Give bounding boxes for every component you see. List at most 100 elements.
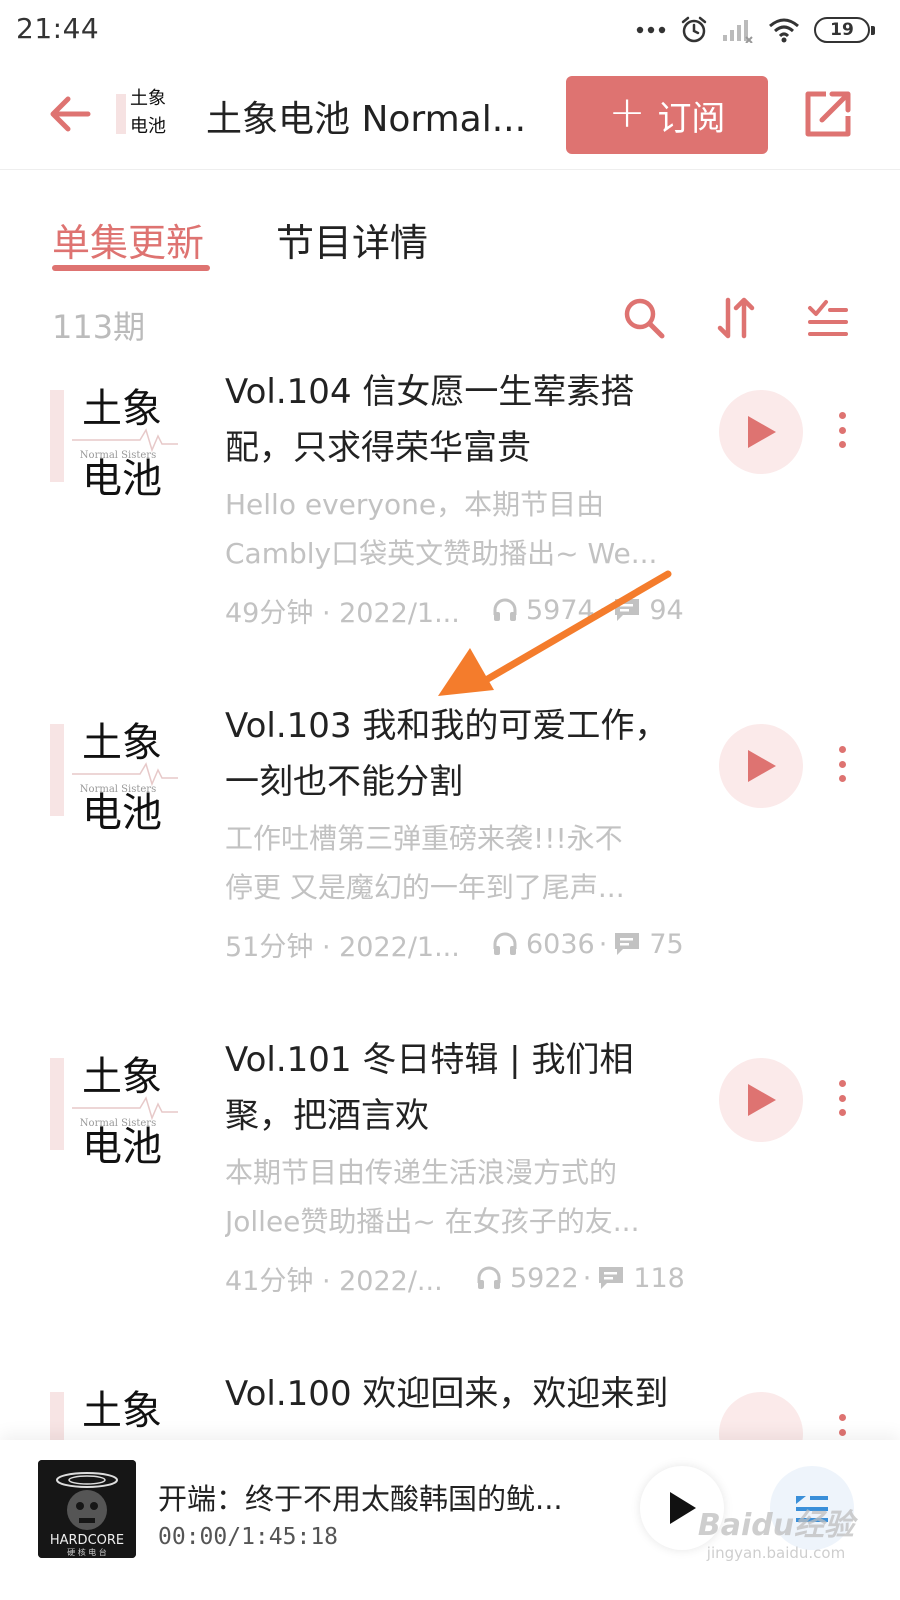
episode-play-button[interactable]: [719, 390, 803, 474]
meta-separator: ·: [582, 1262, 592, 1294]
podcast-cover: 土象 电池: [116, 80, 176, 146]
episode-description-line: Jollee赞助播出~ 在女孩子的友...: [225, 1205, 640, 1238]
episode-meta: 51分钟 · 2022/1... 6036 · 75: [225, 924, 695, 964]
episode-item[interactable]: 土象 Vol.100 欢迎回来，欢迎来到: [0, 1366, 900, 1440]
watermark-main: Baidu经验: [697, 1508, 855, 1543]
episode-cover: 土象 Normal Sisters 电池: [50, 712, 178, 836]
watermark-url: jingyan.baidu.com: [706, 1544, 846, 1562]
status-icons: 19: [636, 14, 875, 46]
tab-active-indicator: [52, 265, 210, 271]
episode-description-line: 停更 又是魔幻的一年到了尾声...: [225, 871, 625, 904]
alarm-icon: [680, 16, 708, 44]
player-cover-subtext: 硬 核 电 台: [67, 1547, 107, 1557]
cover-text-bottom: 电池: [130, 116, 166, 137]
more-vertical-icon: [838, 1080, 846, 1087]
episode-description-line: Hello everyone，本期节目由: [225, 488, 605, 521]
episode-cover: 土象: [50, 1380, 178, 1440]
episode-comments: 75: [649, 928, 684, 960]
baidu-watermark: Baidu经验 jingyan.baidu.com: [676, 1500, 876, 1562]
arrow-left-icon: [50, 96, 91, 132]
episode-description-line: 工作吐槽第三弹重磅来袭!!!永不: [225, 822, 623, 855]
episode-play-button[interactable]: [719, 724, 803, 808]
episode-more-button[interactable]: [830, 1402, 854, 1440]
episode-description: Hello everyone，本期节目由 Cambly口袋英文赞助播出~ We.…: [225, 480, 695, 578]
episode-description: 本期节目由传递生活浪漫方式的 Jollee赞助播出~ 在女孩子的友...: [225, 1148, 695, 1246]
episode-more-button[interactable]: [830, 1068, 854, 1128]
play-icon: [748, 416, 776, 448]
player-cover: HARDCORE 硬 核 电 台: [38, 1460, 136, 1558]
headphones-icon: [476, 1265, 502, 1291]
tab-details[interactable]: 节目详情: [276, 212, 428, 267]
share-icon: [805, 91, 851, 137]
battery-indicator: 19: [814, 17, 875, 43]
back-button[interactable]: [44, 88, 96, 140]
episode-description: 工作吐槽第三弹重磅来袭!!!永不 停更 又是魔幻的一年到了尾声...: [225, 814, 695, 912]
cover-text-bottom: 电池: [82, 456, 162, 496]
headphones-icon: [492, 931, 518, 957]
search-button[interactable]: [622, 296, 666, 340]
cover-text-top: 土象: [130, 88, 166, 109]
episode-meta: 41分钟 · 2022/... 5922 · 118: [225, 1258, 695, 1298]
subscribe-label: 订阅: [657, 98, 726, 139]
episode-meta: 49分钟 · 2022/1... 5974 · 94: [225, 590, 695, 630]
player-title[interactable]: 开端：终于不用太酸韩国的鱿...: [158, 1476, 598, 1518]
meta-separator: ·: [598, 594, 608, 626]
play-icon: [748, 1084, 776, 1116]
episode-item[interactable]: 土象 Normal Sisters 电池 Vol.103 我和我的可爱工作，一刻…: [0, 698, 900, 1038]
cover-text-bottom: 电池: [82, 1124, 162, 1164]
cover-text-top: 土象: [82, 720, 162, 766]
search-icon: [624, 298, 665, 339]
episode-cover: 土象 Normal Sisters 电池: [50, 1046, 178, 1170]
episode-item[interactable]: 土象 Normal Sisters 电池 Vol.104 信女愿一生荤素搭配，只…: [0, 364, 900, 704]
episode-cover: 土象 Normal Sisters 电池: [50, 378, 178, 511]
episode-more-button[interactable]: [830, 734, 854, 794]
cover-text-bottom: 电池: [82, 790, 162, 830]
more-dots-icon: [636, 25, 666, 35]
more-vertical-icon: [838, 412, 846, 419]
player-time: 00:00/1:45:18: [158, 1524, 339, 1550]
sort-button[interactable]: [714, 296, 758, 340]
episode-duration-date: 41分钟 · 2022/...: [225, 1265, 443, 1297]
headphones-icon: [492, 597, 518, 623]
cover-text-top: 土象: [82, 1388, 162, 1434]
batch-select-button[interactable]: [806, 296, 850, 340]
episode-title[interactable]: Vol.103 我和我的可爱工作，一刻也不能分割: [225, 698, 685, 810]
episode-title[interactable]: Vol.100 欢迎回来，欢迎来到: [225, 1366, 685, 1422]
subscribe-button[interactable]: + 订阅: [566, 76, 768, 154]
cover-text-top: 土象: [82, 386, 162, 432]
episode-description-line: Cambly口袋英文赞助播出~ We...: [225, 537, 658, 570]
more-vertical-icon: [838, 746, 846, 753]
episode-comments: 118: [633, 1262, 685, 1294]
podcast-title: 土象电池 Normal...: [206, 99, 527, 140]
episode-plays: 5974: [526, 594, 595, 626]
battery-level: 19: [830, 20, 854, 40]
episode-duration-date: 49分钟 · 2022/1...: [225, 597, 460, 629]
player-cover-text: HARDCORE: [50, 1533, 124, 1548]
episode-plays: 5922: [510, 1262, 579, 1294]
status-time: 21:44: [16, 12, 100, 45]
episode-description-line: 本期节目由传递生活浪漫方式的: [225, 1156, 618, 1189]
share-button[interactable]: [800, 86, 856, 142]
comment-icon: [613, 597, 641, 623]
episode-play-button[interactable]: [719, 1392, 803, 1440]
episode-title[interactable]: Vol.101 冬日特辑 | 我们相聚，把酒言欢: [225, 1032, 685, 1144]
episode-play-button[interactable]: [719, 1058, 803, 1142]
episode-title[interactable]: Vol.104 信女愿一生荤素搭配，只求得荣华富贵: [225, 364, 685, 476]
cover-text-top: 土象: [82, 1054, 162, 1100]
episode-more-button[interactable]: [830, 400, 854, 460]
comment-icon: [613, 931, 641, 957]
tab-episodes[interactable]: 单集更新: [52, 212, 204, 267]
wifi-icon: [768, 17, 800, 43]
header: 土象 电池 土象电池 Normal... + 订阅: [0, 62, 900, 170]
episode-plays: 6036: [526, 928, 595, 960]
episode-item[interactable]: 土象 Normal Sisters 电池 Vol.101 冬日特辑 | 我们相聚…: [0, 1032, 900, 1372]
episode-count: 113期: [52, 308, 146, 346]
status-bar: 21:44 19: [0, 0, 900, 62]
tab-bar: 单集更新 节目详情: [0, 170, 900, 280]
checklist-icon: [808, 300, 848, 336]
meta-separator: ·: [598, 928, 608, 960]
comment-icon: [597, 1265, 625, 1291]
episode-comments: 94: [649, 594, 684, 626]
mini-player[interactable]: HARDCORE 硬 核 电 台 开端：终于不用太酸韩国的鱿... 00:00/…: [0, 1440, 900, 1600]
more-vertical-icon: [838, 1414, 846, 1421]
